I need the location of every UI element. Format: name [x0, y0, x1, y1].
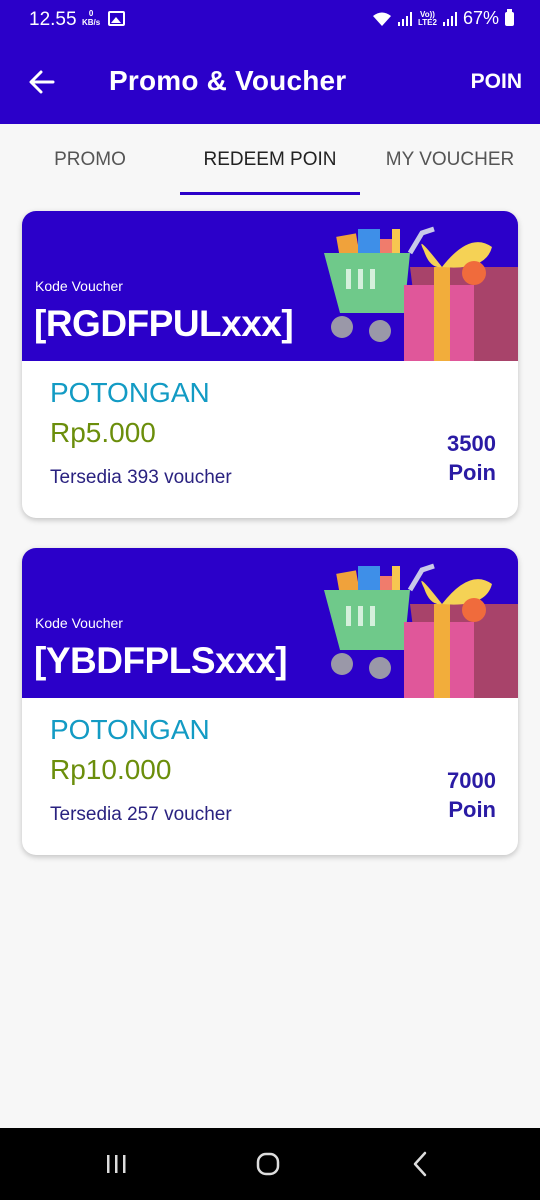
status-bar: 12.55 0 KB/s Vo)) LTE2 67%	[0, 0, 540, 40]
wifi-icon	[373, 12, 391, 26]
points-unit: Poin	[448, 460, 496, 485]
shopping-gift-icon	[324, 226, 518, 361]
volte-bottom: LTE2	[418, 17, 437, 27]
voucher-card[interactable]: Kode Voucher [YBDFPLSxxx] POTONGAN Rp10.…	[22, 548, 518, 855]
voucher-code: [RGDFPULxxx]	[34, 303, 294, 344]
points-value: 3500	[447, 431, 496, 456]
home-icon	[256, 1152, 280, 1176]
voucher-code-label: Kode Voucher	[35, 615, 123, 631]
voucher-code-label: Kode Voucher	[35, 278, 123, 294]
back-button[interactable]	[22, 62, 62, 102]
voucher-availability: Tersedia 257 voucher	[50, 804, 232, 825]
tab-promo[interactable]: PROMO	[0, 124, 180, 196]
voucher-card-header: Kode Voucher [RGDFPULxxx]	[22, 211, 518, 361]
net-speed-unit: KB/s	[82, 18, 101, 27]
recents-button[interactable]	[96, 1146, 136, 1182]
shopping-gift-icon	[324, 563, 518, 698]
voucher-amount: Rp10.000	[50, 754, 172, 785]
volte-indicator: Vo)) LTE2	[418, 10, 437, 27]
battery-percent: 67%	[462, 8, 499, 28]
signal-icon	[442, 11, 457, 26]
active-tab-indicator	[180, 192, 360, 195]
voucher-code: [YBDFPLSxxx]	[34, 640, 288, 681]
status-time: 12.55	[29, 9, 77, 30]
chevron-left-icon	[413, 1151, 427, 1177]
voucher-type: POTONGAN	[50, 714, 210, 745]
poin-button[interactable]: POIN	[471, 70, 522, 94]
signal-icon	[398, 11, 412, 26]
points-unit: Poin	[448, 797, 496, 822]
voucher-points: 7000 Poin	[447, 766, 496, 824]
net-speed: 0 KB/s	[82, 9, 100, 27]
home-button[interactable]	[248, 1146, 288, 1182]
battery-icon	[505, 8, 514, 26]
app-bar: Promo & Voucher POIN	[0, 40, 540, 124]
page-title: Promo & Voucher	[109, 65, 347, 96]
tab-bar: PROMO REDEEM POIN MY VOUCHER	[0, 124, 540, 196]
voucher-amount: Rp5.000	[50, 417, 156, 448]
voucher-availability: Tersedia 393 voucher	[50, 467, 232, 488]
voucher-points: 3500 Poin	[447, 429, 496, 487]
points-value: 7000	[447, 768, 496, 793]
arrow-left-icon	[29, 70, 55, 94]
gallery-icon	[108, 11, 125, 26]
net-speed-value: 0	[88, 9, 94, 18]
voucher-type: POTONGAN	[50, 377, 210, 408]
system-nav-bar	[0, 1128, 540, 1200]
tab-my-voucher[interactable]: MY VOUCHER	[360, 124, 540, 196]
tab-redeem-poin[interactable]: REDEEM POIN	[180, 124, 360, 196]
status-indicators: Vo)) LTE2 67%	[372, 8, 514, 29]
voucher-card-header: Kode Voucher [YBDFPLSxxx]	[22, 548, 518, 698]
voucher-card[interactable]: Kode Voucher [RGDFPULxxx] POTONGAN Rp5.0…	[22, 211, 518, 518]
back-nav-button[interactable]	[400, 1146, 440, 1182]
recents-icon	[107, 1155, 126, 1173]
